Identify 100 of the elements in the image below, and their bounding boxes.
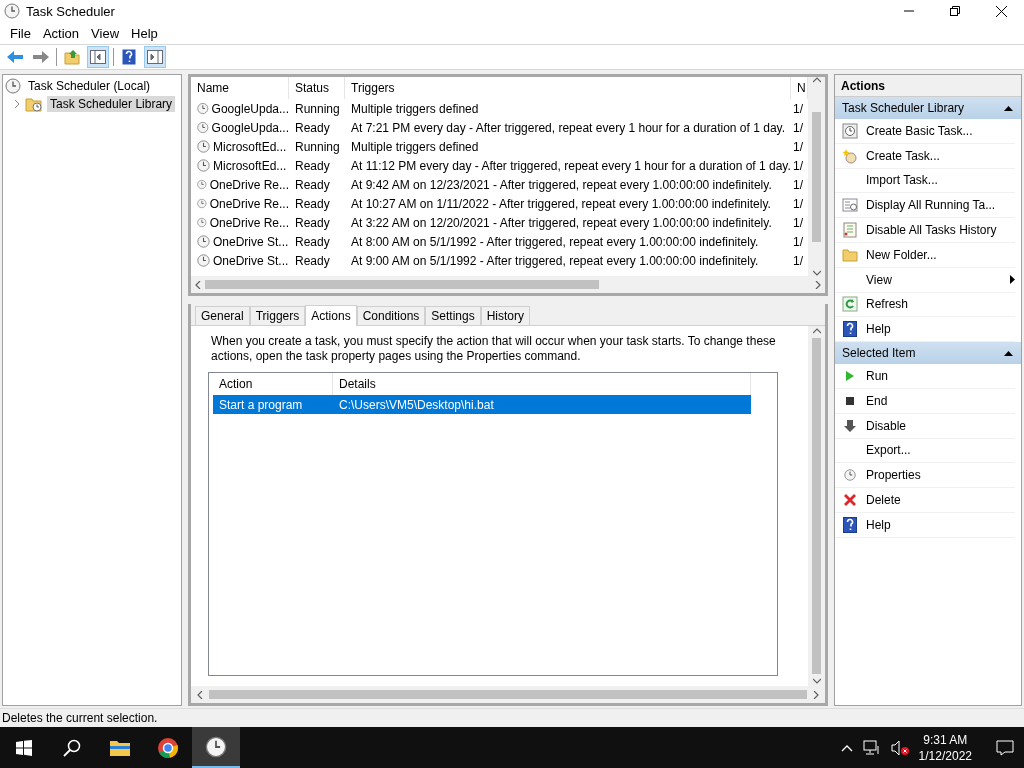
action-item[interactable]: Create Task... [835,143,1015,169]
action-item[interactable]: Create Basic Task... [835,119,1015,144]
play-icon [845,370,855,383]
table-cell: Running [295,101,340,116]
action-item[interactable]: Export... [835,438,1015,464]
clock-icon [197,121,209,134]
stop-icon [846,396,854,405]
menu-item[interactable]: Action [36,25,86,41]
show-tree-button[interactable] [87,46,109,68]
collapse-caret-icon[interactable] [1004,105,1013,111]
tree-item[interactable]: Task Scheduler Library [47,96,176,112]
table-cell: At 7:21 PM every day - After triggered, repeat every 1 hour for a duration of 1 day. [351,120,785,135]
tab[interactable]: Actions [305,305,357,326]
action-item[interactable]: Disable [835,413,1015,439]
table-cell: GoogleUpda... [211,101,289,116]
action-item[interactable]: Delete [835,488,1015,513]
table-cell: Ready [295,120,330,135]
description-text: When you create a task, you must specify the action that will occur when your task starts. To change these actions, open the task property pages using the Properties command. [210,334,777,364]
table-cell: At 10:27 AM on 1/11/2022 - After triggered, repeat every 1.00:00:00 indefinitely. [351,196,771,211]
clock-icon [5,78,21,94]
table-cell: Ready [295,253,330,268]
app-icon [4,3,20,19]
table-cell: Ready [295,158,330,173]
table-cell: OneDrive Re... [209,177,289,192]
chevron-up-icon[interactable] [840,743,853,752]
action-item[interactable]: Help [835,512,1015,538]
tab[interactable]: Triggers [249,306,306,325]
folder-icon [842,246,858,263]
windows-logo-icon [16,739,32,756]
table-row[interactable]: Start a program C:\Users\VM5\Desktop\hi.bat [213,395,751,414]
tab[interactable]: Settings [425,306,481,325]
table-cell: 1/ [793,196,803,211]
document-list-icon [842,222,858,239]
pane-title: Actions [835,75,1021,97]
window-title: Task Scheduler [26,3,116,19]
clock-date: 1/12/2022 [918,747,972,764]
folder-clock-icon [25,96,43,112]
clock-icon [197,197,207,210]
table-cell: 1/ [793,215,803,230]
clock-icon [197,254,210,267]
section-header[interactable]: Selected Item [835,342,1021,365]
column-header[interactable]: Name [191,77,289,99]
menu-item[interactable]: Help [125,25,164,41]
vertical-scrollbar[interactable] [808,326,825,686]
column-header[interactable]: Status [289,77,345,99]
clock-icon [197,102,209,115]
refresh-icon [842,296,858,313]
tab[interactable]: History [480,306,531,325]
table-cell: OneDrive St... [213,253,289,268]
notification-icon[interactable] [996,739,1014,756]
table-cell: Multiple triggers defined [351,101,479,116]
table-cell: 1/ [793,101,803,116]
clock-icon [197,216,207,229]
clock-icon [197,140,210,153]
tree-item[interactable]: Task Scheduler (Local) [25,78,154,94]
muted-speaker-icon[interactable] [890,739,909,756]
table-cell: OneDrive Re... [209,196,289,211]
down-arrow-icon [843,418,857,433]
clock-icon [205,735,227,758]
section-header[interactable]: Task Scheduler Library [835,97,1021,119]
clock-star-icon [842,147,858,164]
clock-icon [197,159,210,172]
table-cell: Running [295,139,340,154]
network-icon[interactable] [862,739,881,756]
action-item[interactable]: Run [835,364,1015,389]
clock-app-icon[interactable] [192,727,240,768]
status-text: Deletes the current selection. [2,711,158,725]
action-item[interactable]: Properties [835,463,1015,489]
column-header[interactable]: Triggers [345,77,791,99]
action-item[interactable]: Disable All Tasks History [835,218,1015,243]
menu-item[interactable]: File [4,25,37,41]
vertical-scrollbar[interactable] [808,77,825,276]
clock-icon [844,469,856,482]
action-item[interactable]: Refresh [835,292,1015,318]
collapse-caret-icon[interactable] [1004,350,1013,356]
clock-icon [197,178,207,191]
table-cell: At 11:12 PM every day - After triggered, repeat every 1 hour for a duration of 1 day. [351,158,791,173]
help-icon [843,321,857,338]
show-action-pane-button[interactable] [144,46,166,68]
horizontal-scrollbar[interactable] [191,276,825,293]
action-item[interactable]: Import Task... [835,168,1015,194]
table-cell: At 9:42 AM on 12/23/2021 - After triggered, repeat every 1.00:00:00 indefinitely. [351,177,772,192]
action-item[interactable]: End [835,388,1015,414]
table-cell: Ready [295,234,330,249]
table-cell: OneDrive Re... [209,215,289,230]
table-cell: MicrosoftEd... [213,139,287,154]
menu-item[interactable]: View [85,25,126,41]
close-icon [995,5,1007,17]
table-cell: 1/ [793,158,803,173]
expand-chevron-icon[interactable] [13,100,21,108]
tab[interactable]: General [195,306,250,325]
table-cell: Multiple triggers defined [351,139,479,154]
table-cell: Ready [295,177,330,192]
action-item[interactable]: Display All Running Ta... [835,193,1015,219]
table-cell: Ready [295,215,330,230]
clock-wizard-icon [842,122,858,139]
action-item[interactable]: New Folder... [835,243,1015,268]
table-cell: At 3:22 AM on 12/20/2021 - After triggered, repeat every 1.00:00:00 indefinitely. [351,215,772,230]
action-item[interactable]: View [835,267,1015,293]
tab[interactable]: Conditions [356,306,426,325]
